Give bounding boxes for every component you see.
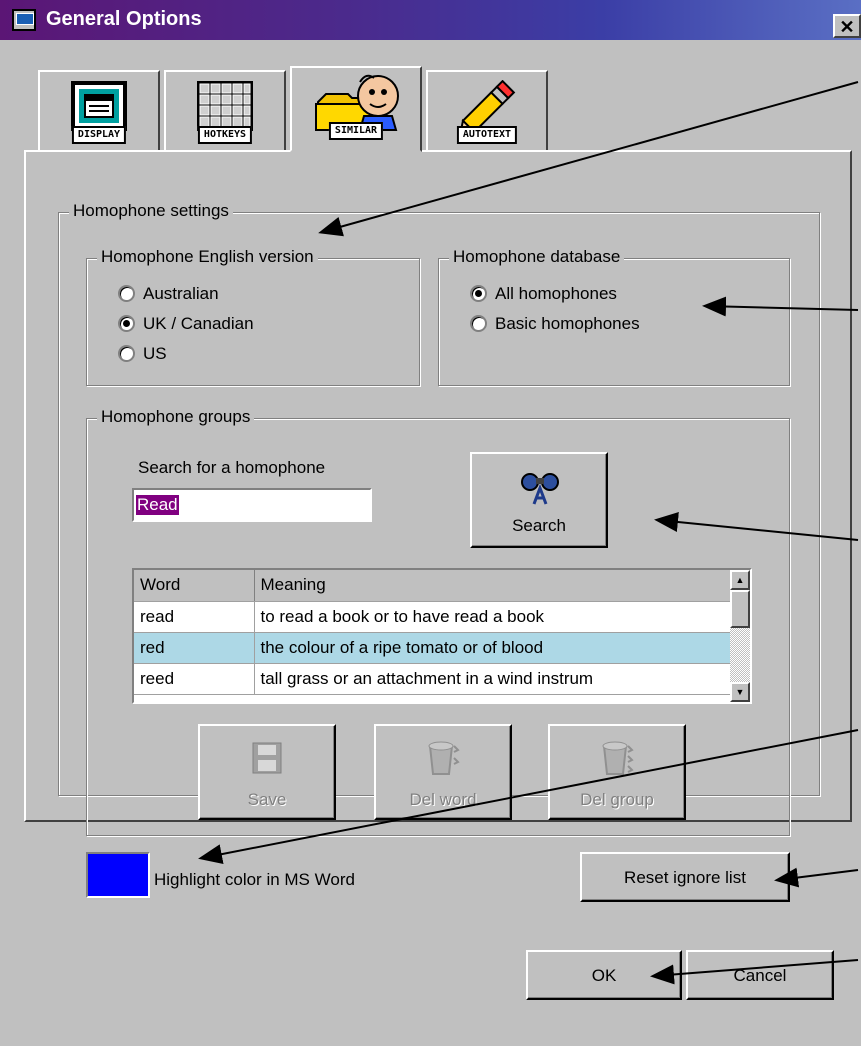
highlight-color-label: Highlight color in MS Word: [154, 870, 355, 889]
cell-meaning: to read a book or to have read a book: [254, 601, 731, 633]
group-title: Homophone settings: [69, 201, 233, 221]
scroll-up-button[interactable]: ▲: [730, 570, 750, 590]
table-row[interactable]: red the colour of a ripe tomato or of bl…: [134, 632, 731, 664]
del-word-button[interactable]: Del word: [374, 724, 512, 820]
radio-uk-canadian[interactable]: UK / Canadian: [118, 314, 254, 334]
trash-can-icon: [428, 741, 460, 775]
search-button-label: Search: [512, 516, 566, 535]
floppy-disk-icon: [252, 742, 282, 774]
cell-word: read: [134, 601, 255, 633]
homophone-table[interactable]: Word Meaning read to read a book or to h…: [132, 568, 752, 704]
radio-label: Basic homophones: [495, 314, 640, 333]
del-group-button-label: Del group: [580, 790, 654, 809]
table-header: Word Meaning: [134, 570, 731, 602]
search-input-value: Read: [136, 495, 179, 515]
radio-label: US: [143, 344, 167, 363]
radio-basic-homophones[interactable]: Basic homophones: [470, 314, 640, 334]
group-title: Homophone groups: [97, 407, 255, 427]
cell-word: red: [134, 632, 255, 664]
radio-button[interactable]: [118, 285, 135, 302]
cancel-button[interactable]: Cancel: [686, 950, 834, 1000]
scroll-thumb[interactable]: [730, 590, 750, 628]
radio-label: All homophones: [495, 284, 617, 303]
group-title: Homophone database: [449, 247, 625, 267]
save-button-label: Save: [247, 790, 287, 809]
app-icon: [12, 9, 36, 31]
ok-button[interactable]: OK: [526, 950, 682, 1000]
column-meaning[interactable]: Meaning: [254, 570, 731, 602]
radio-button[interactable]: [470, 315, 487, 332]
homophone-grid: Word Meaning read to read a book or to h…: [134, 570, 731, 695]
radio-australian[interactable]: Australian: [118, 284, 219, 304]
del-group-button[interactable]: Del group: [548, 724, 686, 820]
highlight-color-swatch[interactable]: [86, 852, 150, 898]
ok-button-label: OK: [591, 966, 617, 985]
del-word-button-label: Del word: [409, 790, 477, 809]
cell-meaning: the colour of a ripe tomato or of blood: [254, 632, 731, 664]
tab-hotkeys[interactable]: HOTKEYS: [164, 70, 286, 150]
cell-meaning: tall grass or an attachment in a wind in…: [254, 663, 731, 695]
radio-button[interactable]: [118, 345, 135, 362]
binoculars-icon: [521, 473, 559, 505]
tab-label: SIMILAR: [328, 122, 384, 140]
cancel-button-label: Cancel: [733, 966, 787, 985]
radio-all-homophones[interactable]: All homophones: [470, 284, 617, 304]
column-word[interactable]: Word: [134, 570, 255, 602]
title-bar: General Options ✕: [0, 0, 861, 40]
tab-similar[interactable]: SIMILAR: [290, 66, 422, 152]
table-row[interactable]: reed tall grass or an attachment in a wi…: [134, 663, 731, 695]
cell-word: reed: [134, 663, 255, 695]
search-label: Search for a homophone: [138, 458, 326, 477]
tab-label: HOTKEYS: [197, 126, 253, 144]
general-options-window: General Options ✕ DISPLAY HOTKEYS SIMILA…: [0, 0, 861, 1046]
radio-us[interactable]: US: [118, 344, 167, 364]
tab-label: DISPLAY: [71, 126, 127, 144]
scroll-down-button[interactable]: ▼: [730, 682, 750, 702]
radio-button[interactable]: [470, 285, 487, 302]
radio-label: Australian: [143, 284, 219, 303]
display-icon: [71, 81, 127, 131]
annotation-arrow: [774, 867, 859, 888]
reset-ignore-list-button[interactable]: Reset ignore list: [580, 852, 790, 902]
search-button[interactable]: Search: [470, 452, 608, 548]
vertical-scrollbar[interactable]: ▲ ▼: [730, 570, 750, 702]
tab-display[interactable]: DISPLAY: [38, 70, 160, 150]
radio-button[interactable]: [118, 315, 135, 332]
tab-label: AUTOTEXT: [456, 126, 518, 144]
tab-autotext[interactable]: AUTOTEXT: [426, 70, 548, 150]
radio-label: UK / Canadian: [143, 314, 254, 333]
search-input[interactable]: Read: [132, 488, 372, 522]
trash-can-icon: [602, 741, 634, 775]
close-button[interactable]: ✕: [833, 14, 861, 38]
table-row[interactable]: read to read a book or to have read a bo…: [134, 601, 731, 633]
hotkeys-icon: [197, 81, 253, 131]
save-button[interactable]: Save: [198, 724, 336, 820]
window-title: General Options: [46, 8, 202, 30]
reset-button-label: Reset ignore list: [624, 868, 746, 887]
group-title: Homophone English version: [97, 247, 318, 267]
